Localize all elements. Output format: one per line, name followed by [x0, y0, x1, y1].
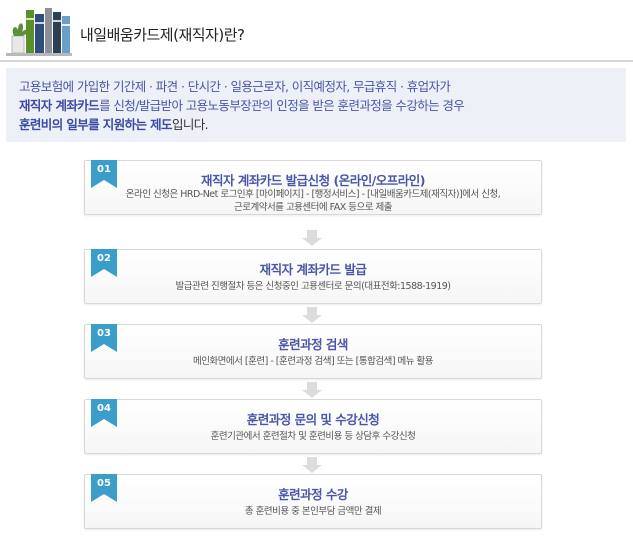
books-icon	[6, 8, 72, 56]
intro-line-3: 훈련비의 일부를 지원하는 제도입니다.	[19, 117, 209, 132]
step-title: 재직자 계좌카드 발급	[259, 262, 367, 277]
intro-line-1: 고용보험에 가입한 기간제 · 파견 · 단시간 · 일용근로자, 이직예정자,…	[19, 79, 451, 94]
arrow-down-icon	[302, 230, 322, 246]
step-card-5: 05 훈련과정 수강 총 훈련비용 중 본인부담 금액만 결제	[84, 474, 542, 529]
arrow-down-icon	[302, 307, 322, 323]
header-divider	[0, 60, 633, 62]
step-card-3: 03 훈련과정 검색 메인화면에서 [훈련] - [훈련과정 검색] 또는 [통…	[84, 324, 542, 379]
page-header: 내일배움카드제(재직자)란?	[0, 0, 633, 62]
step-description: 온라인 신청은 HRD-Net 로그인후 [마이페이지] - [행정서비스] -…	[125, 189, 501, 213]
step-description: 총 훈련비용 중 본인부담 금액만 결제	[244, 506, 382, 517]
page-title: 내일배움카드제(재직자)란?	[80, 26, 245, 44]
intro-line-2: 재직자 계좌카드를 신청/발급받아 고용노동부장관의 인정을 받은 훈련과정을 …	[19, 98, 465, 113]
arrow-down-icon	[302, 382, 322, 398]
step-title: 재직자 계좌카드 발급신청 (온라인/오프라인)	[200, 173, 426, 188]
step-title: 훈련과정 수강	[278, 487, 348, 502]
intro-box: 고용보험에 가입한 기간제 · 파견 · 단시간 · 일용근로자, 이직예정자,…	[6, 68, 626, 142]
step-description: 발급관련 진행절차 등은 신청중인 고용센터로 문의(대표전화:1588-191…	[175, 281, 452, 292]
step-description: 메인화면에서 [훈련] - [훈련과정 검색] 또는 [통합검색] 메뉴 활용	[192, 356, 434, 367]
step-title: 훈련과정 문의 및 수강신청	[246, 412, 380, 427]
step-card-2: 02 재직자 계좌카드 발급 발급관련 진행절차 등은 신청중인 고용센터로 문…	[84, 249, 542, 304]
arrow-down-icon	[302, 457, 322, 473]
step-card-1: 01 재직자 계좌카드 발급신청 (온라인/오프라인) 온라인 신청은 HRD-…	[84, 160, 542, 215]
step-card-4: 04 훈련과정 문의 및 수강신청 훈련기관에서 훈련절차 및 훈련비용 등 상…	[84, 399, 542, 454]
step-title: 훈련과정 검색	[278, 337, 348, 352]
step-description: 훈련기관에서 훈련절차 및 훈련비용 등 상담후 수강신청	[210, 431, 416, 442]
